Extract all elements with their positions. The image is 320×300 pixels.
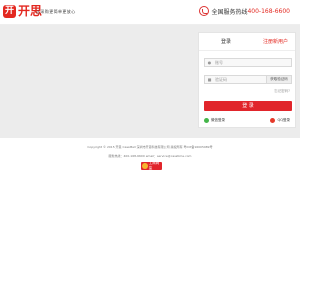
hotline-number: 400-168-6600 [247, 7, 290, 15]
forgot-password-link[interactable]: 忘记密码? [274, 89, 290, 94]
emblem-icon [142, 163, 148, 169]
lock-icon: ■ [207, 77, 212, 82]
login-tabs: 登录 注册新用户 [199, 33, 295, 51]
username-placeholder: 账号 [215, 60, 223, 65]
phone-icon [199, 6, 210, 16]
password-field[interactable]: ■ 验证码 获取验证码 [204, 75, 292, 84]
user-icon: ● [207, 60, 212, 65]
site-header: 开 开思 让采购更简单更放心 全国服务热线 400-168-6600 [0, 0, 300, 25]
business-license-badge[interactable]: 工商网监 [141, 161, 162, 170]
wechat-login-label: 微信登录 [211, 118, 225, 122]
badge-label: 工商网监 [148, 161, 160, 170]
wechat-icon [204, 118, 209, 123]
get-code-button[interactable]: 获取验证码 [266, 76, 291, 83]
login-panel: 登录 注册新用户 ● 账号 ■ 验证码 获取验证码 忘记密码? 登 录 微信登录… [198, 32, 296, 128]
hotline: 全国服务热线 400-168-6600 [199, 6, 290, 16]
footer-contact: 服务热线：400-168-6600 email：service@casstime… [108, 154, 192, 158]
hotline-label: 全国服务热线 [211, 8, 248, 16]
logo-mark-icon: 开 [3, 4, 16, 18]
qq-login-label: QQ登录 [277, 118, 290, 122]
username-field[interactable]: ● 账号 [204, 58, 292, 67]
slogan: 让采购更简单更放心 [36, 9, 76, 14]
tab-login[interactable]: 登录 [221, 38, 231, 45]
qq-icon [270, 118, 276, 123]
login-button[interactable]: 登 录 [204, 101, 292, 111]
tab-register[interactable]: 注册新用户 [263, 38, 288, 45]
qq-login[interactable]: QQ登录 [270, 118, 290, 123]
password-placeholder: 验证码 [215, 77, 227, 82]
footer-copyright: Copyright © 2015 开思 CassMall 深圳市开思科技有限公司… [87, 145, 213, 149]
wechat-login[interactable]: 微信登录 [204, 118, 225, 123]
